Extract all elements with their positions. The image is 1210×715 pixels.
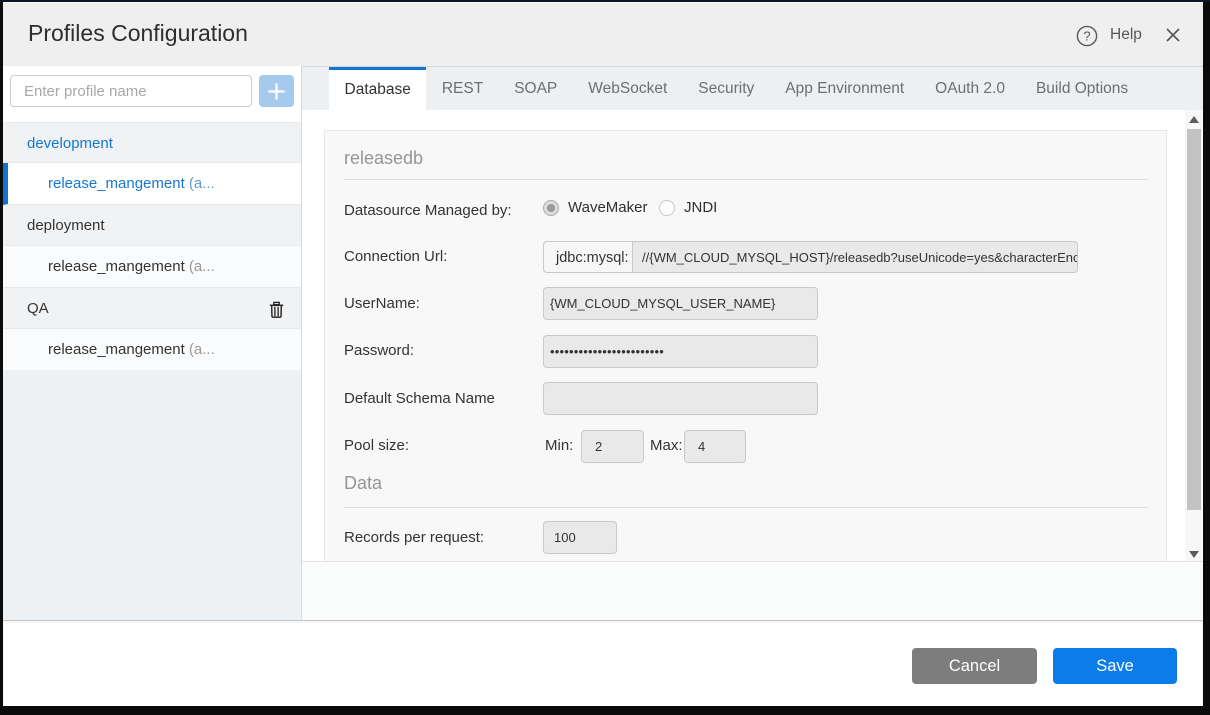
svg-text:?: ?	[1083, 29, 1090, 44]
